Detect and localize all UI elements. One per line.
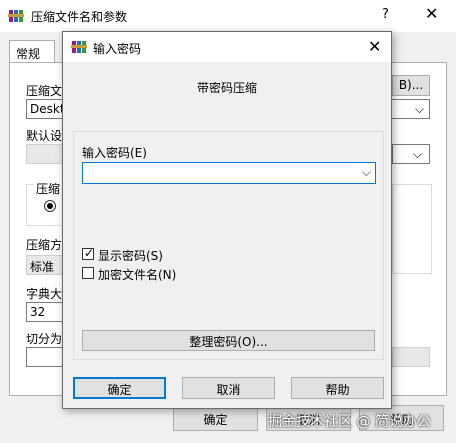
dictionary-label: 字典大 — [26, 287, 63, 301]
password-dialog: 输入密码 ✕ 带密码压缩 输入密码(E) ⌵ ✓ 显示密码(S) 加密文件名(N… — [62, 31, 392, 409]
winrar-books-icon — [71, 41, 87, 53]
dialog-title: 输入密码 — [93, 42, 142, 56]
compress-method-label: 压缩方 — [26, 238, 63, 252]
browse-button-label: B)... — [398, 78, 424, 92]
archive-name-label: 压缩文 — [26, 84, 63, 98]
options-group — [392, 184, 432, 274]
encrypt-filenames-label[interactable]: 加密文件名(N) — [98, 266, 176, 283]
encrypt-filenames-checkbox[interactable] — [82, 267, 94, 279]
close-icon[interactable]: ✕ — [425, 4, 438, 23]
help-button-label: 帮助 — [325, 383, 350, 397]
background-titlebar: 压缩文件名和参数 ? ✕ — [0, 0, 456, 32]
checkmark-icon: ✓ — [84, 246, 95, 260]
compress-method-value: 标准 — [30, 260, 55, 274]
profiles-button[interactable] — [26, 144, 66, 164]
chevron-down-icon: ⌵ — [413, 147, 423, 161]
cancel-button[interactable]: 取消 — [182, 377, 275, 399]
ok-button[interactable]: 确定 — [73, 377, 166, 399]
update-mode-select[interactable]: ⌵ — [392, 144, 430, 164]
tab-general-label: 常规 — [16, 47, 41, 61]
dictionary-value: 32 — [30, 305, 46, 319]
cancel-button-label: 取消 — [216, 383, 241, 397]
default-settings-label: 默认设 — [26, 129, 63, 143]
organize-passwords-label: 整理密码(O)... — [189, 335, 268, 349]
show-password-label[interactable]: 显示密码(S) — [98, 247, 163, 264]
tab-general[interactable]: 常规 — [9, 40, 55, 63]
dialog-titlebar: 输入密码 ✕ — [63, 32, 391, 62]
help-button[interactable]: 帮助 — [291, 377, 384, 399]
compress-method-select[interactable]: 标准 — [26, 255, 66, 275]
close-icon[interactable]: ✕ — [368, 37, 381, 56]
watermark: 掘金技术社区 @ 简说办公 — [268, 414, 431, 430]
ok-button-label: 确定 — [107, 383, 132, 397]
dictionary-select[interactable]: 32 — [26, 302, 66, 322]
organize-passwords-button[interactable]: 整理密码(O)... — [82, 330, 375, 351]
browse-button[interactable]: B)... — [392, 75, 430, 96]
winrar-books-icon — [8, 10, 24, 22]
password-input[interactable]: ⌵ — [82, 162, 376, 184]
split-label: 切分为 — [26, 332, 63, 346]
format-group-label: 压缩 — [34, 180, 63, 197]
password-label: 输入密码(E) — [82, 146, 147, 160]
show-password-checkbox[interactable]: ✓ — [82, 246, 95, 260]
chevron-down-icon: ⌵ — [415, 102, 425, 116]
dialog-heading: 带密码压缩 — [196, 81, 257, 95]
split-units-select[interactable] — [392, 347, 430, 367]
background-ok-label: 确定 — [203, 413, 228, 427]
format-rar-radio[interactable] — [44, 200, 56, 212]
split-input[interactable] — [26, 347, 66, 367]
chevron-down-icon[interactable]: ⌵ — [362, 165, 371, 180]
help-icon[interactable]: ? — [382, 7, 389, 22]
background-window-title: 压缩文件名和参数 — [31, 10, 128, 24]
